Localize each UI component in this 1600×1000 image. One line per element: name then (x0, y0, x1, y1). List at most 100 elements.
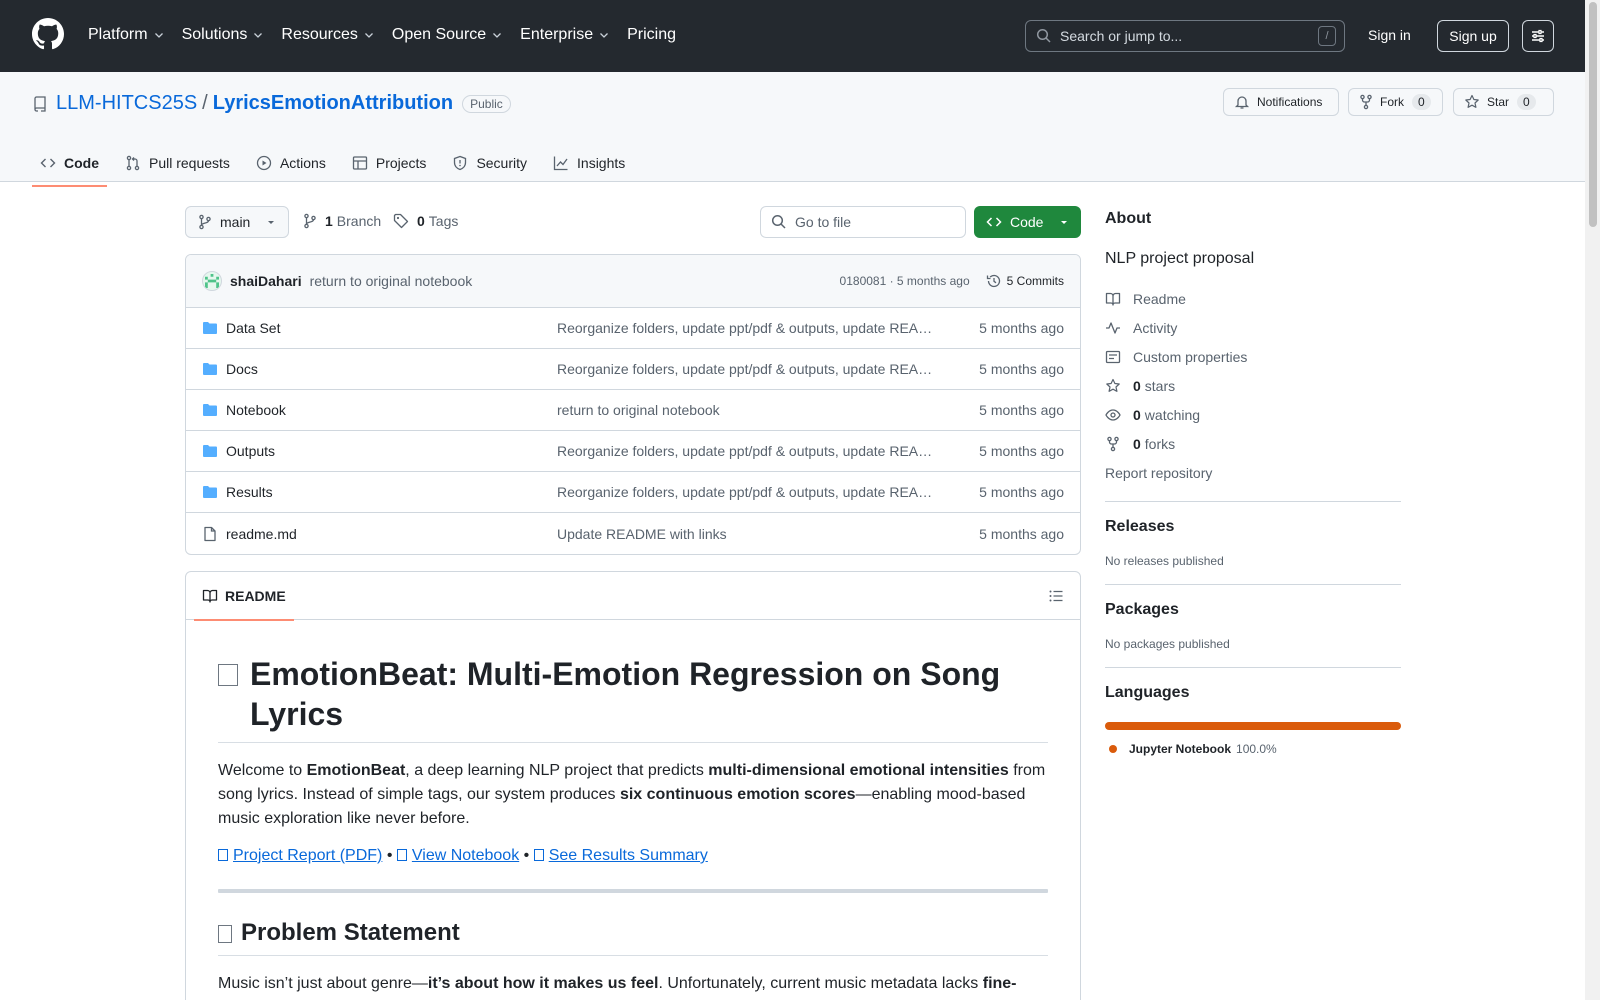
readme-content: EmotionBeat: Multi-Emotion Regression on… (186, 654, 1080, 996)
nav-resources[interactable]: Resources (281, 24, 374, 46)
project-report-link[interactable]: Project Report (PDF) (218, 847, 382, 864)
file-icon (204, 526, 216, 541)
forks-link[interactable]: 0 forks (1105, 429, 1401, 458)
watching-label: watching (1144, 406, 1201, 423)
file-table: shaiDahari return to original notebook 0… (185, 254, 1081, 555)
tab-code[interactable]: Code (32, 146, 107, 187)
commit-author-link[interactable]: shaiDahari (230, 273, 302, 289)
report-repository-label: Report repository (1105, 464, 1213, 481)
tags-link[interactable]: 0 Tags (393, 213, 458, 229)
tab-pull-requests[interactable]: Pull requests (117, 146, 238, 180)
report-repository-link[interactable]: Report repository (1105, 458, 1401, 487)
intro-text-1: Welcome to (218, 762, 307, 779)
nav-platform[interactable]: Platform (88, 24, 165, 46)
sign-up-button[interactable]: Sign up (1437, 20, 1509, 52)
folder-icon (203, 445, 217, 457)
about-links: Readme Activity Custom properties 0 stars… (1105, 284, 1401, 487)
sign-in-link[interactable]: Sign in (1368, 27, 1411, 43)
file-commit-message[interactable]: return to original notebook (557, 402, 979, 418)
problem-statement-text: Music isn’t just about genre—it’s about … (218, 972, 1048, 996)
code-dropdown-button[interactable]: Code (974, 206, 1081, 238)
tab-security[interactable]: Security (444, 146, 535, 180)
readme-link[interactable]: Readme (1105, 284, 1401, 313)
nav-solutions[interactable]: Solutions (182, 24, 265, 46)
tab-security-label: Security (476, 155, 528, 171)
tag-label: Tags (428, 213, 459, 229)
releases-heading[interactable]: Releases (1105, 518, 1401, 536)
star-icon (1465, 94, 1479, 108)
file-commit-message[interactable]: Reorganize folders, update ppt/pdf & out… (557, 484, 979, 500)
file-name-link[interactable]: Notebook (226, 402, 557, 418)
chevron-down-icon (154, 33, 163, 38)
commit-message-link[interactable]: return to original notebook (310, 273, 840, 289)
file-row-results[interactable]: Results Reorganize folders, update ppt/p… (186, 472, 1080, 513)
file-row-outputs[interactable]: Outputs Reorganize folders, update ppt/p… (186, 431, 1080, 472)
stars-link[interactable]: 0 stars (1105, 371, 1401, 400)
github-logo-icon[interactable] (32, 18, 64, 50)
tab-actions[interactable]: Actions (248, 146, 334, 180)
scrollbar-thumb[interactable] (1589, 2, 1597, 227)
watching-link[interactable]: 0 watching (1105, 400, 1401, 429)
fork-count: 0 (1412, 94, 1431, 110)
problem-text-1: Music isn’t just about genre— (218, 975, 428, 992)
avatar[interactable] (202, 271, 222, 291)
go-to-file-input[interactable]: Go to file (760, 206, 966, 238)
file-row-docs[interactable]: Docs Reorganize folders, update ppt/pdf … (186, 349, 1080, 390)
search-icon (1036, 28, 1051, 43)
file-name-link[interactable]: Docs (226, 361, 557, 377)
fork-button[interactable]: Fork 0 (1348, 88, 1443, 116)
file-name-link[interactable]: Outputs (226, 443, 557, 459)
activity-link[interactable]: Activity (1105, 313, 1401, 342)
file-commit-message[interactable]: Reorganize folders, update ppt/pdf & out… (557, 443, 979, 459)
caret-down-icon (268, 221, 274, 224)
forks-label: forks (1144, 435, 1176, 452)
problem-bold-1: it’s about how it makes us feel (427, 975, 659, 992)
star-button[interactable]: Star 0 (1453, 88, 1554, 116)
custom-properties-label: Custom properties (1133, 348, 1248, 365)
book-icon (202, 589, 218, 603)
language-item[interactable]: Jupyter Notebook 100.0% (1105, 742, 1401, 756)
readme-tab[interactable]: README (194, 572, 294, 621)
list-icon[interactable] (1048, 588, 1064, 604)
nav-open-source[interactable]: Open Source (392, 24, 503, 46)
stars-label: stars (1144, 377, 1176, 394)
intro-bold-1: EmotionBeat (306, 762, 406, 779)
go-to-file-placeholder: Go to file (795, 214, 852, 230)
nav-enterprise[interactable]: Enterprise (520, 24, 610, 46)
file-name-link[interactable]: Data Set (226, 320, 557, 336)
custom-properties-link[interactable]: Custom properties (1105, 342, 1401, 371)
file-commit-message[interactable]: Update README with links (557, 526, 979, 542)
file-commit-date: 5 months ago (979, 525, 1064, 542)
language-name: Jupyter Notebook (1129, 742, 1232, 756)
branch-icon (199, 214, 211, 230)
file-row-notebook[interactable]: Notebook return to original notebook 5 m… (186, 390, 1080, 431)
notifications-button[interactable]: Notifications (1223, 88, 1339, 116)
global-search-input[interactable]: Search or jump to... / (1025, 20, 1345, 52)
tab-insights[interactable]: Insights (545, 146, 633, 180)
fork-label: Fork (1380, 95, 1404, 109)
settings-menu-button[interactable] (1522, 20, 1554, 52)
graph-icon (553, 156, 568, 171)
file-commit-message[interactable]: Reorganize folders, update ppt/pdf & out… (557, 320, 979, 336)
file-commit-message[interactable]: Reorganize folders, update ppt/pdf & out… (557, 361, 979, 377)
commit-hash-time[interactable]: 0180081 · 5 months ago (840, 274, 970, 288)
nav-pricing[interactable]: Pricing (627, 24, 676, 46)
repo-owner-link[interactable]: LLM-HITCS25S (56, 92, 197, 115)
file-name-link[interactable]: readme.md (226, 526, 557, 542)
tab-projects[interactable]: Projects (344, 146, 435, 180)
file-commit-date: 5 months ago (979, 361, 1064, 377)
repo-name-link[interactable]: LyricsEmotionAttribution (213, 92, 453, 115)
branch-selector[interactable]: main (185, 206, 289, 238)
fork-icon (1360, 94, 1372, 110)
branches-link[interactable]: 1 Branch (303, 213, 381, 229)
file-row-readme[interactable]: readme.md Update README with links 5 mon… (186, 513, 1080, 554)
emoji-placeholder-icon (218, 925, 232, 943)
commits-link[interactable]: 5 Commits (986, 273, 1064, 289)
packages-heading[interactable]: Packages (1105, 601, 1401, 619)
global-header: Platform Solutions Resources Open Source… (0, 0, 1600, 72)
readme-header: README (186, 572, 1080, 621)
file-row-data-set[interactable]: Data Set Reorganize folders, update ppt/… (186, 308, 1080, 349)
results-summary-link[interactable]: See Results Summary (533, 847, 708, 864)
file-name-link[interactable]: Results (226, 484, 557, 500)
view-notebook-link[interactable]: View Notebook (396, 847, 519, 864)
